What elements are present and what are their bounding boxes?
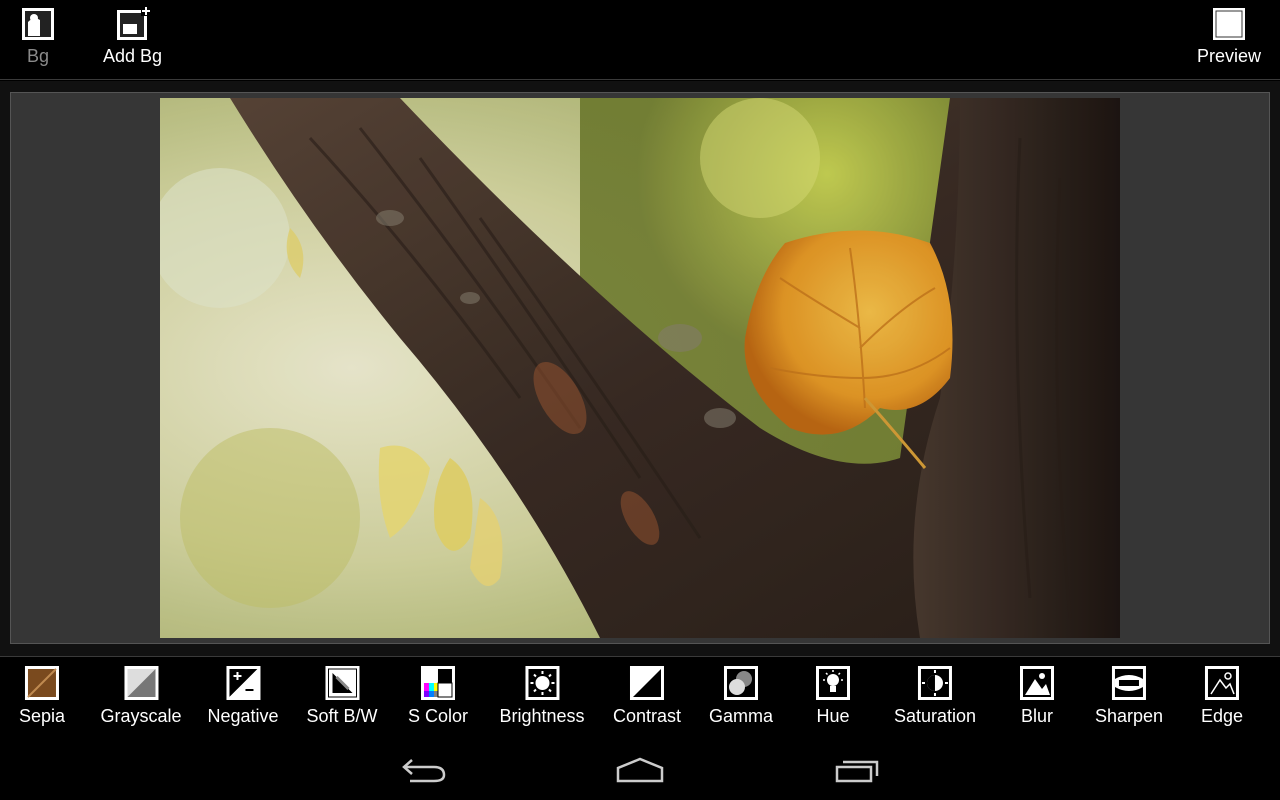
effect-label: Sharpen	[1094, 706, 1164, 726]
effect-sharpen[interactable]: Sharpen	[1095, 665, 1163, 726]
top-action-bar: Bg Add Bg Preview	[0, 0, 1280, 80]
workspace	[0, 81, 1280, 656]
effect-label: S Color	[407, 706, 469, 726]
effect-contrast[interactable]: Contrast	[613, 665, 681, 726]
system-nav-bar	[0, 736, 1280, 800]
back-button[interactable]	[394, 750, 454, 790]
blur-icon	[1020, 666, 1054, 700]
effect-label: Sepia	[18, 706, 66, 726]
bg-button[interactable]: Bg	[20, 6, 56, 66]
preview-button[interactable]: Preview	[1197, 6, 1261, 66]
effect-label: Saturation	[893, 706, 977, 726]
effect-label: Grayscale	[100, 706, 182, 726]
bg-label: Bg	[26, 46, 50, 66]
home-icon	[616, 757, 664, 783]
effect-label: Negative	[207, 706, 279, 726]
effect-brightness[interactable]: Brightness	[499, 665, 585, 726]
effect-hue[interactable]: Hue	[815, 665, 851, 726]
photo-image	[160, 98, 1120, 638]
effect-soft-bw[interactable]: Soft B/W	[306, 665, 378, 726]
add-bg-label: Add Bg	[103, 46, 163, 66]
contrast-icon	[630, 666, 664, 700]
soft-bw-icon	[324, 666, 359, 700]
effect-label: Hue	[816, 706, 850, 726]
photo-preview[interactable]	[160, 98, 1120, 638]
effect-label: Blur	[1020, 706, 1053, 726]
effect-blur[interactable]: Blur	[1019, 665, 1055, 726]
effect-label: Edge	[1200, 706, 1244, 726]
effect-grayscale[interactable]: Grayscale	[100, 665, 182, 726]
editing-canvas	[10, 92, 1270, 644]
recent-apps-icon	[835, 760, 879, 783]
saturation-icon	[918, 666, 952, 700]
add-bg-button[interactable]: Add Bg	[103, 6, 162, 66]
s-color-icon	[421, 666, 455, 700]
recent-apps-button[interactable]	[827, 750, 887, 790]
sharpen-icon	[1112, 666, 1146, 700]
preview-label: Preview	[1197, 46, 1262, 66]
effect-sepia[interactable]: Sepia	[19, 665, 65, 726]
grayscale-icon	[124, 666, 158, 700]
gamma-icon	[723, 666, 758, 700]
effect-saturation[interactable]: Saturation	[894, 665, 976, 726]
effect-edge[interactable]: Edge	[1201, 665, 1243, 726]
home-button[interactable]	[610, 750, 670, 790]
add-bg-icon	[116, 6, 151, 40]
effects-bar: Sepia Grayscale Negative Soft B/W S Colo…	[0, 656, 1280, 736]
effect-label: Gamma	[708, 706, 774, 726]
effect-label: Contrast	[612, 706, 682, 726]
back-icon	[402, 759, 446, 783]
hue-icon	[816, 666, 850, 700]
sepia-icon	[24, 666, 59, 700]
effect-label: Soft B/W	[306, 706, 378, 726]
effect-negative[interactable]: Negative	[207, 665, 279, 726]
edge-icon	[1204, 666, 1239, 700]
bg-icon	[22, 8, 54, 40]
brightness-icon	[524, 666, 559, 700]
effect-label: Brightness	[499, 706, 585, 726]
effect-s-color[interactable]: S Color	[408, 665, 468, 726]
effect-gamma[interactable]: Gamma	[709, 665, 773, 726]
preview-icon	[1213, 8, 1246, 40]
negative-icon	[225, 666, 260, 700]
